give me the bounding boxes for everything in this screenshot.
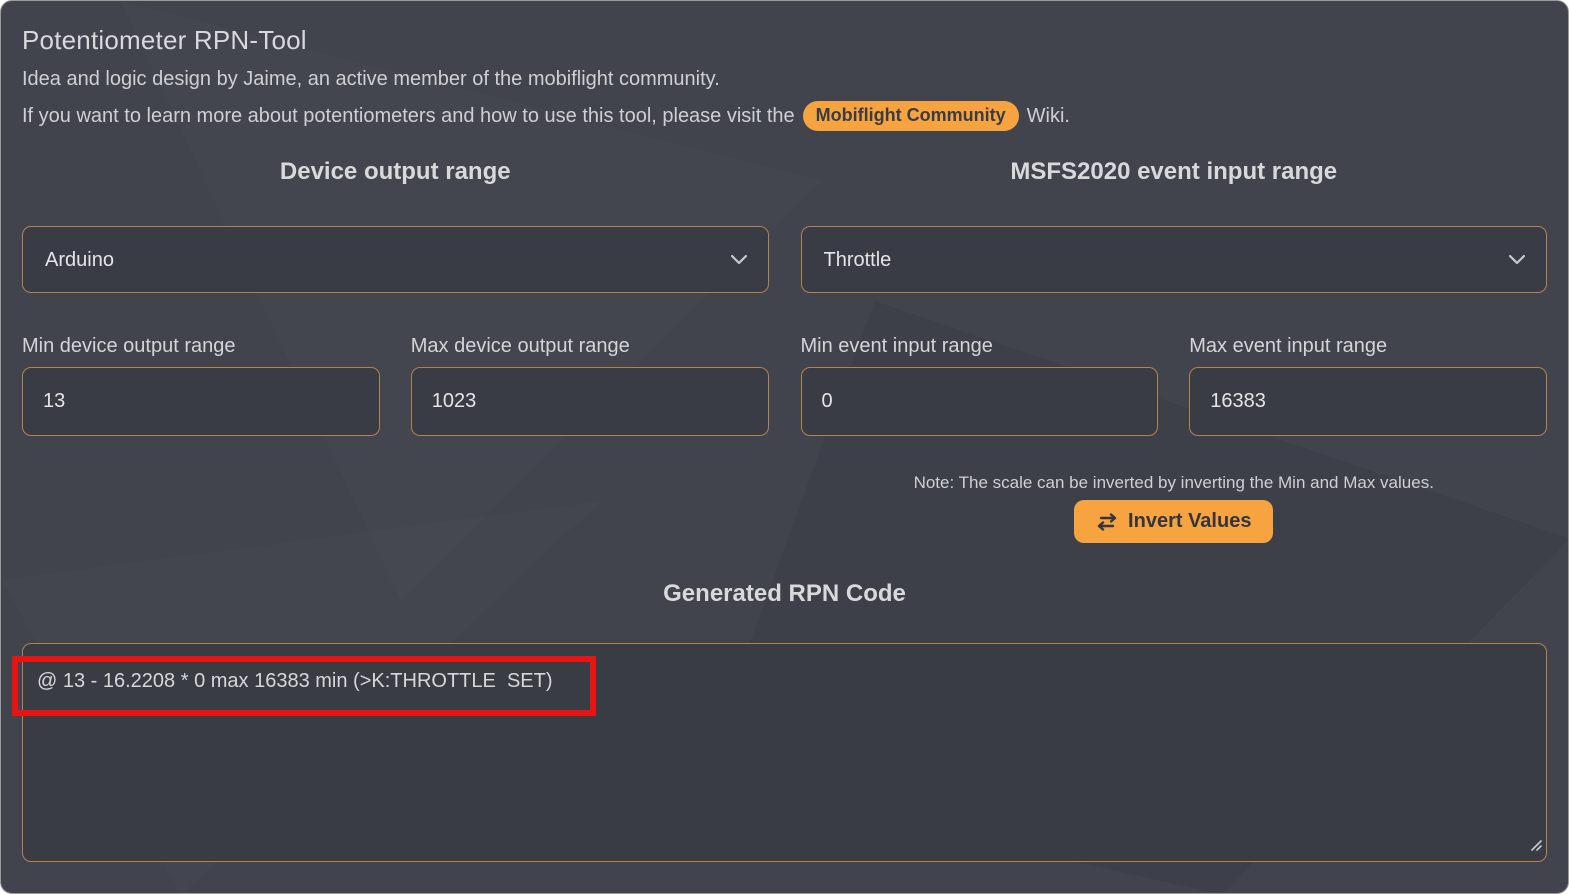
max-device-output-input[interactable]: [410, 367, 769, 436]
rpn-code-container: @ 13 - 16.2208 * 0 max 16383 min (>K:THR…: [12, 643, 1547, 862]
min-event-input-label: Min event input range: [800, 335, 993, 357]
generated-rpn-heading: Generated RPN Code: [663, 580, 906, 607]
min-device-output-label: Min device output range: [22, 335, 236, 357]
min-event-input-field-group: Min event input range: [800, 335, 1159, 436]
device-select[interactable]: Arduino: [22, 226, 769, 293]
min-event-input-input[interactable]: [800, 367, 1159, 436]
info-text-suffix: Wiki.: [1026, 105, 1070, 127]
device-output-section: Device output range Arduino Min device o…: [22, 158, 769, 543]
event-select[interactable]: Throttle: [800, 226, 1547, 293]
event-input-heading: MSFS2020 event input range: [1010, 158, 1338, 185]
min-device-output-field-group: Min device output range: [22, 335, 380, 436]
page-title: Potentiometer RPN-Tool: [22, 25, 307, 55]
max-event-input-input[interactable]: [1189, 367, 1547, 436]
swap-arrows-icon: [1096, 512, 1118, 531]
app-window: Potentiometer RPN-Tool Idea and logic de…: [0, 0, 1569, 894]
min-device-output-input[interactable]: [22, 367, 380, 436]
invert-values-label: Invert Values: [1128, 510, 1252, 532]
max-event-input-field-group: Max event input range: [1189, 335, 1547, 436]
device-output-heading: Device output range: [279, 158, 511, 185]
mobiflight-community-link[interactable]: Mobiflight Community: [802, 101, 1019, 131]
max-device-output-label: Max device output range: [410, 335, 630, 357]
event-input-section: MSFS2020 event input range Throttle Min …: [800, 158, 1547, 543]
invert-values-button[interactable]: Invert Values: [1074, 500, 1274, 543]
max-event-input-label: Max event input range: [1189, 335, 1388, 357]
rpn-code-textarea[interactable]: @ 13 - 16.2208 * 0 max 16383 min (>K:THR…: [22, 643, 1547, 862]
info-text-prefix: If you want to learn more about potentio…: [22, 105, 795, 127]
invert-note-text: Note: The scale can be inverted by inver…: [913, 473, 1434, 492]
subtitle-text: Idea and logic design by Jaime, an activ…: [22, 68, 720, 90]
max-device-output-field-group: Max device output range: [410, 335, 769, 436]
